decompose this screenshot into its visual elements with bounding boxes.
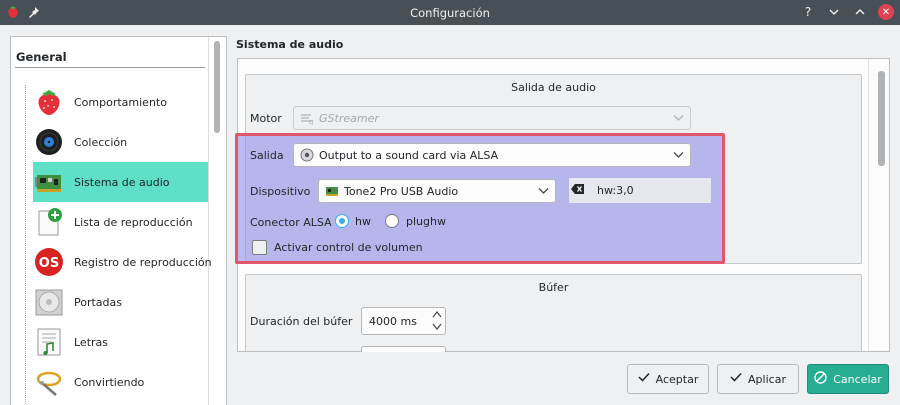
sound-card-icon bbox=[325, 184, 339, 198]
cancel-button[interactable]: Cancelar bbox=[807, 364, 889, 394]
motor-value: GStreamer bbox=[319, 111, 379, 125]
accept-button[interactable]: Aceptar bbox=[627, 364, 709, 394]
sidebar-item-label: Colección bbox=[74, 135, 128, 149]
tree-line bbox=[25, 85, 26, 405]
sidebar-header: General bbox=[16, 50, 67, 64]
device-id-value: hw:3,0 bbox=[597, 184, 634, 197]
dispositivo-select[interactable]: Tone2 Pro USB Audio bbox=[318, 179, 556, 203]
radio-plughw-indicator[interactable] bbox=[385, 214, 399, 228]
buffer-duration-value: 4000 ms bbox=[369, 314, 417, 328]
title-bar: Configuración ? ✕ bbox=[0, 0, 900, 25]
volume-control-checkbox[interactable]: Activar control de volumen bbox=[252, 240, 423, 255]
next-spinbox-partial[interactable] bbox=[361, 346, 446, 352]
salida-value: Output to a sound card via ALSA bbox=[319, 148, 499, 162]
sidebar-item-portadas[interactable]: Portadas bbox=[33, 282, 208, 322]
vinyl-record-icon bbox=[33, 126, 65, 158]
window-title: Configuración bbox=[410, 6, 490, 20]
spin-down-icon[interactable] bbox=[432, 322, 442, 334]
sidebar-item-lista-de-reproduccion[interactable]: Lista de reproducción bbox=[33, 202, 208, 242]
radio-plughw-label: plughw bbox=[406, 214, 446, 228]
sidebar-item-comportamiento[interactable]: Comportamiento bbox=[33, 82, 208, 122]
playlist-add-icon bbox=[33, 206, 65, 238]
cancel-icon bbox=[814, 370, 827, 388]
check-icon bbox=[638, 371, 650, 387]
sidebar-item-label: Sistema de audio bbox=[74, 175, 170, 189]
check-icon bbox=[730, 371, 742, 387]
sidebar-header-divider bbox=[15, 67, 205, 68]
clear-icon[interactable] bbox=[571, 183, 585, 198]
gstreamer-icon: g bbox=[300, 111, 314, 125]
accept-button-label: Aceptar bbox=[655, 372, 699, 386]
dispositivo-value: Tone2 Pro USB Audio bbox=[344, 184, 459, 198]
lyrics-icon bbox=[33, 326, 65, 358]
sidebar-item-label: Lista de reproducción bbox=[74, 215, 193, 229]
minimize-icon[interactable] bbox=[826, 4, 842, 20]
sidebar-item-label: Portadas bbox=[74, 295, 123, 309]
sidebar-item-label: Registro de reproducción bbox=[74, 255, 212, 269]
buffer-duration-spinbox[interactable]: 4000 ms bbox=[361, 307, 446, 335]
content-scroll-track bbox=[868, 59, 869, 351]
buffer-duration-label: Duración del búfer bbox=[250, 315, 353, 328]
transcode-icon bbox=[33, 366, 65, 398]
sound-card-icon bbox=[33, 166, 65, 198]
spin-up-icon[interactable] bbox=[432, 310, 442, 322]
sidebar-item-coleccion[interactable]: Colección bbox=[33, 122, 208, 162]
buffer-group: Búfer bbox=[245, 274, 862, 351]
strawberry-icon bbox=[33, 86, 65, 118]
svg-text:OS: OS bbox=[39, 256, 59, 271]
group-title: Salida de audio bbox=[511, 81, 596, 94]
salida-label: Salida bbox=[250, 149, 284, 162]
volume-checkbox-box[interactable] bbox=[252, 240, 267, 255]
dispositivo-label: Dispositivo bbox=[250, 185, 311, 198]
sidebar-item-convirtiendo[interactable]: Convirtiendo bbox=[33, 362, 208, 402]
help-icon[interactable]: ? bbox=[800, 4, 816, 20]
apply-button-label: Aplicar bbox=[748, 372, 786, 386]
speaker-icon bbox=[300, 148, 314, 162]
motor-label: Motor bbox=[250, 112, 282, 125]
lastfm-icon: OS bbox=[33, 246, 65, 278]
motor-select[interactable]: g GStreamer bbox=[293, 106, 691, 130]
sidebar-item-sistema-de-audio[interactable]: Sistema de audio bbox=[33, 162, 208, 202]
svg-text:g: g bbox=[309, 118, 314, 125]
sidebar-scrollbar[interactable] bbox=[214, 41, 220, 133]
group-title: Búfer bbox=[538, 281, 569, 294]
sidebar-item-label: Comportamiento bbox=[74, 95, 167, 109]
chevron-down-icon bbox=[673, 112, 684, 126]
maximize-icon[interactable] bbox=[852, 4, 868, 20]
salida-select[interactable]: Output to a sound card via ALSA bbox=[293, 143, 691, 167]
cancel-button-label: Cancelar bbox=[833, 372, 882, 386]
sidebar-item-registro-de-reproduccion[interactable]: OS Registro de reproducción bbox=[33, 242, 212, 282]
cd-cover-icon bbox=[33, 286, 65, 318]
sidebar-item-label: Convirtiendo bbox=[74, 375, 145, 389]
conector-alsa-label: Conector ALSA bbox=[250, 216, 332, 229]
content-scrollbar[interactable] bbox=[878, 71, 885, 166]
volume-checkbox-label: Activar control de volumen bbox=[274, 241, 423, 254]
apply-button[interactable]: Aplicar bbox=[717, 364, 799, 394]
page-title: Sistema de audio bbox=[236, 38, 344, 51]
close-icon[interactable]: ✕ bbox=[878, 4, 894, 20]
radio-hw-indicator[interactable] bbox=[335, 214, 349, 228]
chevron-down-icon bbox=[673, 149, 684, 163]
settings-sidebar: General Comportamiento Colección Sistema… bbox=[10, 36, 227, 405]
chevron-down-icon bbox=[538, 185, 549, 199]
radio-hw[interactable]: hw bbox=[335, 214, 371, 228]
device-id-field[interactable]: hw:3,0 bbox=[569, 178, 711, 203]
sidebar-item-label: Letras bbox=[74, 335, 109, 349]
sidebar-item-letras[interactable]: Letras bbox=[33, 322, 208, 362]
radio-plughw[interactable]: plughw bbox=[385, 214, 446, 228]
radio-hw-label: hw bbox=[355, 214, 371, 228]
sidebar-scroll-track bbox=[208, 37, 209, 405]
